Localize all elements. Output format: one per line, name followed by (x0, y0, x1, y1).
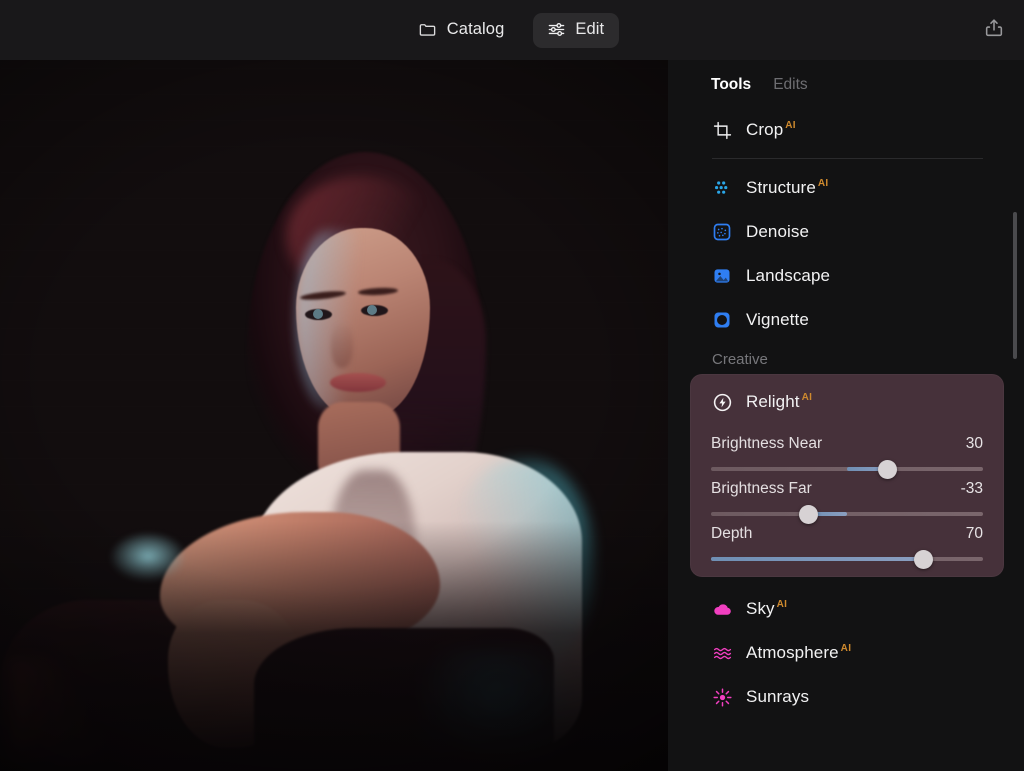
slider-brightness-near-label: Brightness Near (711, 435, 823, 452)
portrait-photo (0, 60, 668, 771)
tab-tools-label: Tools (711, 76, 752, 93)
atmosphere-waves-icon (711, 642, 733, 664)
tab-edits-label: Edits (773, 76, 808, 93)
app-window: Catalog Edit Tools Edits Crop AI Structu… (0, 0, 1024, 771)
tool-item-vignette[interactable]: Vignette (668, 298, 1024, 342)
panel-scrollbar[interactable] (1013, 212, 1017, 359)
ai-badge: AI (785, 120, 796, 132)
landscape-image-icon (711, 265, 733, 287)
tool-item-sky-label: Sky AI (746, 599, 788, 618)
crop-icon (711, 119, 733, 141)
tool-item-sunrays[interactable]: Sunrays (668, 675, 1024, 719)
slider-brightness-far-track[interactable] (711, 504, 983, 524)
tool-item-relight[interactable]: Relight AI (690, 378, 1004, 426)
tool-item-atmosphere-label: Atmosphere AI (746, 643, 852, 662)
slider-depth-track[interactable] (711, 549, 983, 569)
tool-item-structure-label: Structure AI (746, 178, 829, 197)
slider-brightness-near-value: 30 (965, 435, 983, 452)
ai-badge: AI (801, 392, 813, 404)
tool-item-landscape-label: Landscape (746, 266, 831, 285)
tool-item-sky[interactable]: Sky AI (668, 587, 1024, 631)
tab-tools[interactable]: Tools (711, 76, 751, 94)
sky-cloud-icon (711, 598, 733, 620)
tool-item-atmosphere[interactable]: Atmosphere AI (668, 631, 1024, 675)
slider-depth-label: Depth (711, 525, 753, 542)
slider-depth: Depth 70 (690, 516, 1004, 569)
sliders-icon (546, 20, 566, 40)
section-header-creative: Creative (712, 351, 768, 368)
denoise-icon (711, 221, 733, 243)
tab-edits[interactable]: Edits (773, 76, 807, 94)
tool-item-crop[interactable]: Crop AI (668, 108, 1024, 152)
edit-button[interactable]: Edit (533, 12, 620, 48)
edit-button-label: Edit (575, 20, 605, 38)
relight-panel: Relight AI Brightness Near 30 Brightness … (690, 374, 1004, 577)
top-toolbar: Catalog Edit (0, 0, 1024, 60)
photo-vignette-overlay (0, 60, 668, 771)
relight-bolt-icon (711, 391, 733, 413)
slider-brightness-far-value: -33 (960, 480, 983, 497)
tool-item-relight-label: Relight AI (746, 392, 813, 411)
share-export-icon (983, 17, 1005, 44)
tool-item-crop-label: Crop AI (746, 120, 796, 139)
share-export-button[interactable] (980, 16, 1008, 44)
panel-tab-bar: Tools Edits (668, 60, 1024, 94)
tool-item-vignette-label: Vignette (746, 310, 809, 329)
tool-item-landscape[interactable]: Landscape (668, 254, 1024, 298)
tool-item-sunrays-label: Sunrays (746, 687, 810, 706)
ai-badge: AI (776, 599, 788, 611)
tool-item-structure[interactable]: Structure AI (668, 166, 1024, 210)
slider-brightness-near-thumb[interactable] (878, 459, 898, 479)
slider-brightness-near-track[interactable] (711, 459, 983, 479)
slider-brightness-far: Brightness Far -33 (690, 471, 1004, 524)
photo-canvas[interactable] (0, 60, 668, 771)
tools-panel: Tools Edits Crop AI Structure AI Denoise… (668, 60, 1024, 771)
mode-switcher: Catalog Edit (405, 12, 620, 48)
tool-item-denoise-label: Denoise (746, 222, 810, 241)
vignette-icon (711, 309, 733, 331)
panel-divider (712, 158, 983, 159)
slider-brightness-near: Brightness Near 30 (690, 426, 1004, 479)
slider-depth-thumb[interactable] (913, 549, 933, 569)
ai-badge: AI (817, 178, 829, 190)
catalog-button-label: Catalog (446, 20, 505, 38)
slider-brightness-far-thumb[interactable] (799, 504, 819, 524)
tool-item-denoise[interactable]: Denoise (668, 210, 1024, 254)
slider-brightness-far-label: Brightness Far (711, 480, 812, 497)
structure-dots-icon (711, 177, 733, 199)
catalog-button[interactable]: Catalog (405, 13, 520, 48)
sunrays-icon (711, 686, 733, 708)
ai-badge: AI (840, 643, 852, 655)
slider-depth-fill (711, 557, 924, 561)
slider-depth-value: 70 (965, 525, 983, 542)
folder-icon (418, 20, 438, 40)
